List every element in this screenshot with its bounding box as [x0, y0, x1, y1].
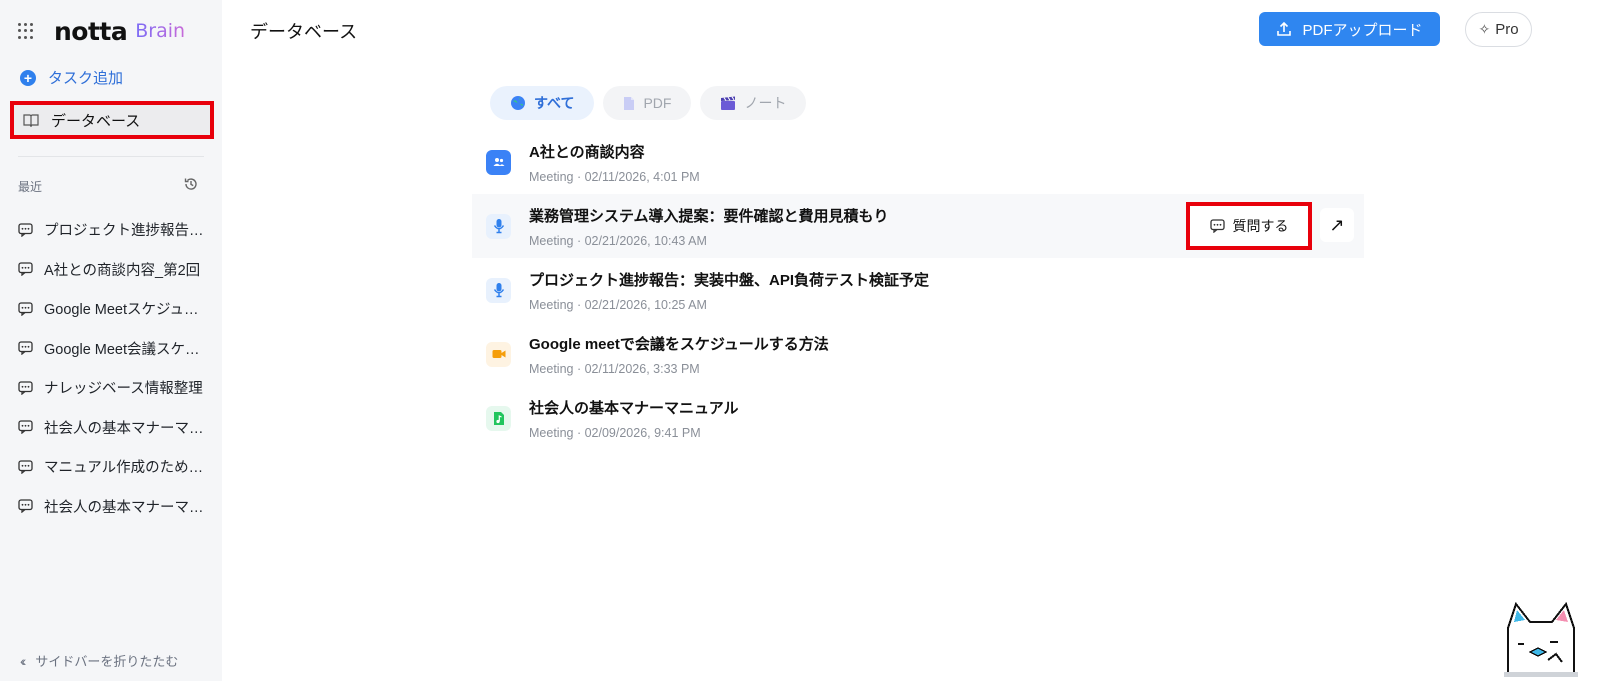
video-icon: [486, 341, 511, 367]
collapse-sidebar-label: サイドバーを折りたたむ: [35, 654, 179, 669]
item-meta: Meeting · 02/21/2026, 10:25 AM: [529, 297, 707, 312]
tab-pdf-label: PDF: [643, 95, 672, 111]
database-list: A社との商談内容 Meeting · 02/11/2026, 4:01 PM 業…: [472, 130, 1364, 450]
music-file-icon: [486, 405, 511, 431]
book-icon: [23, 114, 39, 127]
recent-item[interactable]: ナレッジベース情報整理: [18, 368, 208, 408]
item-title: プロジェクト進捗報告：実装中盤、API負荷テスト検証予定: [529, 271, 930, 289]
clapperboard-icon: [720, 96, 736, 111]
chat-icon: [18, 262, 33, 277]
chat-icon: [18, 381, 33, 395]
recent-item-label: 社会人の基本マナーマニュアル: [44, 420, 208, 437]
recent-item[interactable]: 社会人の基本マナーマニュアル: [18, 408, 208, 448]
brain-logo: Brain: [135, 20, 186, 42]
pro-button[interactable]: ✧ Pro: [1465, 12, 1532, 47]
tab-pdf[interactable]: PDF: [603, 86, 692, 120]
brand: notta Brain: [18, 16, 185, 46]
tab-all-label: すべて: [534, 95, 575, 111]
list-item[interactable]: 業務管理システム導入提案：要件確認と費用見積もり Meeting · 02/21…: [472, 194, 1364, 258]
sidebar-item-database[interactable]: データベース: [10, 101, 214, 139]
recent-item-label: マニュアル作成のための手順: [44, 460, 208, 477]
ask-question-label: 質問する: [1232, 218, 1289, 234]
plus-circle-icon: +: [20, 69, 36, 86]
pdf-icon: [623, 96, 635, 111]
item-title: A社との商談内容: [529, 143, 645, 161]
chat-icon: [1209, 219, 1225, 233]
recent-item[interactable]: 社会人の基本マナーマニュアル: [18, 487, 208, 527]
upload-icon: [1277, 21, 1292, 36]
recent-heading: 最近: [18, 180, 43, 194]
item-meta: Meeting · 02/11/2026, 3:33 PM: [529, 361, 700, 376]
list-item[interactable]: Google meetで会議をスケジュールする方法 Meeting · 02/1…: [472, 322, 1364, 386]
tab-notes-label: ノート: [744, 95, 787, 111]
chat-icon: [18, 499, 33, 514]
globe-icon: [510, 95, 526, 111]
sidebar: notta Brain + タスク追加 データベース 最近 プロジェクト進捗報告…: [0, 0, 222, 681]
chat-icon: [18, 420, 33, 435]
page-title: データベース: [250, 22, 358, 42]
chat-icon: [18, 302, 33, 316]
collapse-sidebar-button[interactable]: ‹‹ サイドバーを折りたたむ: [20, 651, 178, 670]
item-title: Google meetで会議をスケジュールする方法: [529, 335, 829, 353]
recent-item-label: A社との商談内容_第2回: [44, 262, 201, 279]
chat-icon: [18, 223, 33, 237]
apps-grid-icon[interactable]: [18, 23, 34, 39]
item-title: 業務管理システム導入提案：要件確認と費用見積もり: [529, 207, 889, 225]
item-meta: Meeting · 02/21/2026, 10:43 AM: [529, 233, 707, 248]
sidebar-divider: [18, 156, 204, 157]
recent-item[interactable]: Google Meet会議スケジュール: [18, 329, 208, 369]
item-meta: Meeting · 02/09/2026, 9:41 PM: [529, 425, 701, 440]
folder-people-icon: [486, 149, 511, 175]
recent-item-label: Google Meet会議スケジュール: [44, 341, 208, 358]
recent-item-label: Google Meetスケジュール方法: [44, 302, 208, 319]
recent-list: プロジェクト進捗報告：実装中盤、API負荷テスト検証予定 A社との商談内容_第2…: [18, 210, 208, 526]
list-item[interactable]: プロジェクト進捗報告：実装中盤、API負荷テスト検証予定 Meeting · 0…: [472, 258, 1364, 322]
ask-question-button[interactable]: 質問する: [1186, 202, 1312, 250]
history-icon[interactable]: [183, 176, 199, 192]
item-title: 社会人の基本マナーマニュアル: [529, 399, 739, 417]
recent-item[interactable]: Google Meetスケジュール方法: [18, 289, 208, 329]
recent-item-label: ナレッジベース情報整理: [44, 381, 203, 398]
recent-item-label: 社会人の基本マナーマニュアル: [44, 499, 208, 516]
pdf-upload-label: PDFアップロード: [1302, 21, 1423, 39]
microphone-icon: [486, 277, 511, 303]
item-meta: Meeting · 02/11/2026, 4:01 PM: [529, 169, 700, 184]
add-task-button[interactable]: + タスク追加: [20, 67, 123, 88]
microphone-icon: [486, 213, 511, 239]
tab-notes[interactable]: ノート: [700, 86, 807, 120]
pdf-upload-button[interactable]: PDFアップロード: [1259, 12, 1440, 46]
filter-tabs: すべて PDF ノート: [490, 86, 807, 120]
recent-item[interactable]: マニュアル作成のための手順: [18, 447, 208, 487]
double-chevron-left-icon: ‹‹: [20, 652, 27, 669]
notta-logo[interactable]: notta: [54, 17, 128, 46]
add-task-label: タスク追加: [48, 70, 124, 87]
sparkle-icon: ✧: [1478, 21, 1491, 37]
cat-mascot-icon[interactable]: [1490, 598, 1590, 678]
list-item[interactable]: A社との商談内容 Meeting · 02/11/2026, 4:01 PM: [472, 130, 1364, 194]
list-item[interactable]: 社会人の基本マナーマニュアル Meeting · 02/09/2026, 9:4…: [472, 386, 1364, 450]
pro-label: Pro: [1495, 21, 1519, 38]
recent-item-label: プロジェクト進捗報告：実装中盤、API負荷テスト検証予定: [44, 223, 208, 240]
recent-item[interactable]: A社との商談内容_第2回: [18, 250, 208, 290]
chat-icon: [18, 460, 33, 474]
chat-icon: [18, 341, 33, 356]
recent-item[interactable]: プロジェクト進捗報告：実装中盤、API負荷テスト検証予定: [18, 210, 208, 250]
tab-all[interactable]: すべて: [490, 86, 595, 120]
open-arrow-icon[interactable]: ↗: [1320, 208, 1354, 242]
sidebar-item-database-label: データベース: [51, 112, 141, 130]
